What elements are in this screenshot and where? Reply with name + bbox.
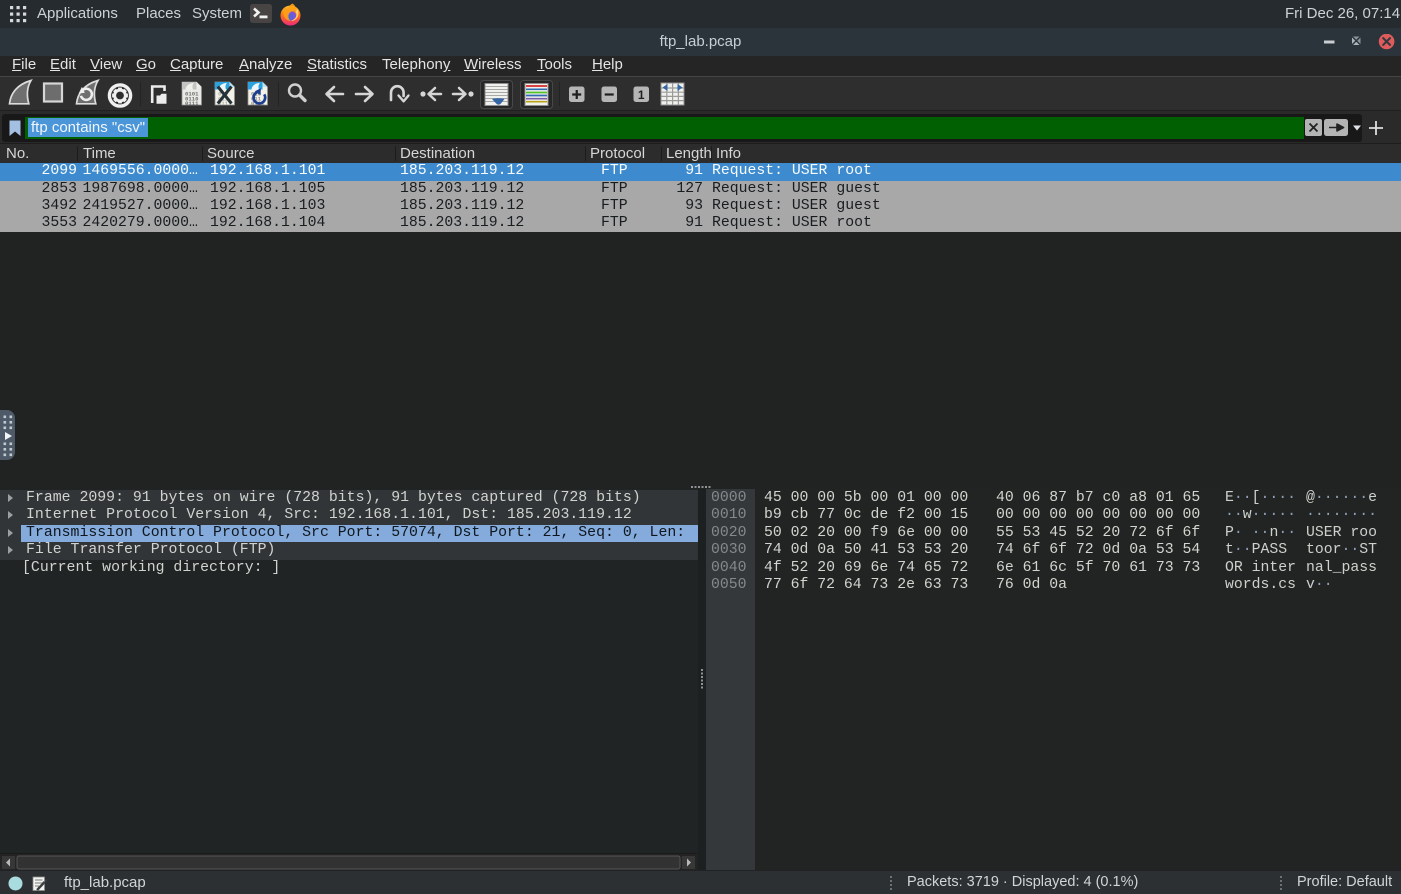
svg-text:0111: 0111 [185,100,199,107]
svg-text:1: 1 [638,88,645,102]
